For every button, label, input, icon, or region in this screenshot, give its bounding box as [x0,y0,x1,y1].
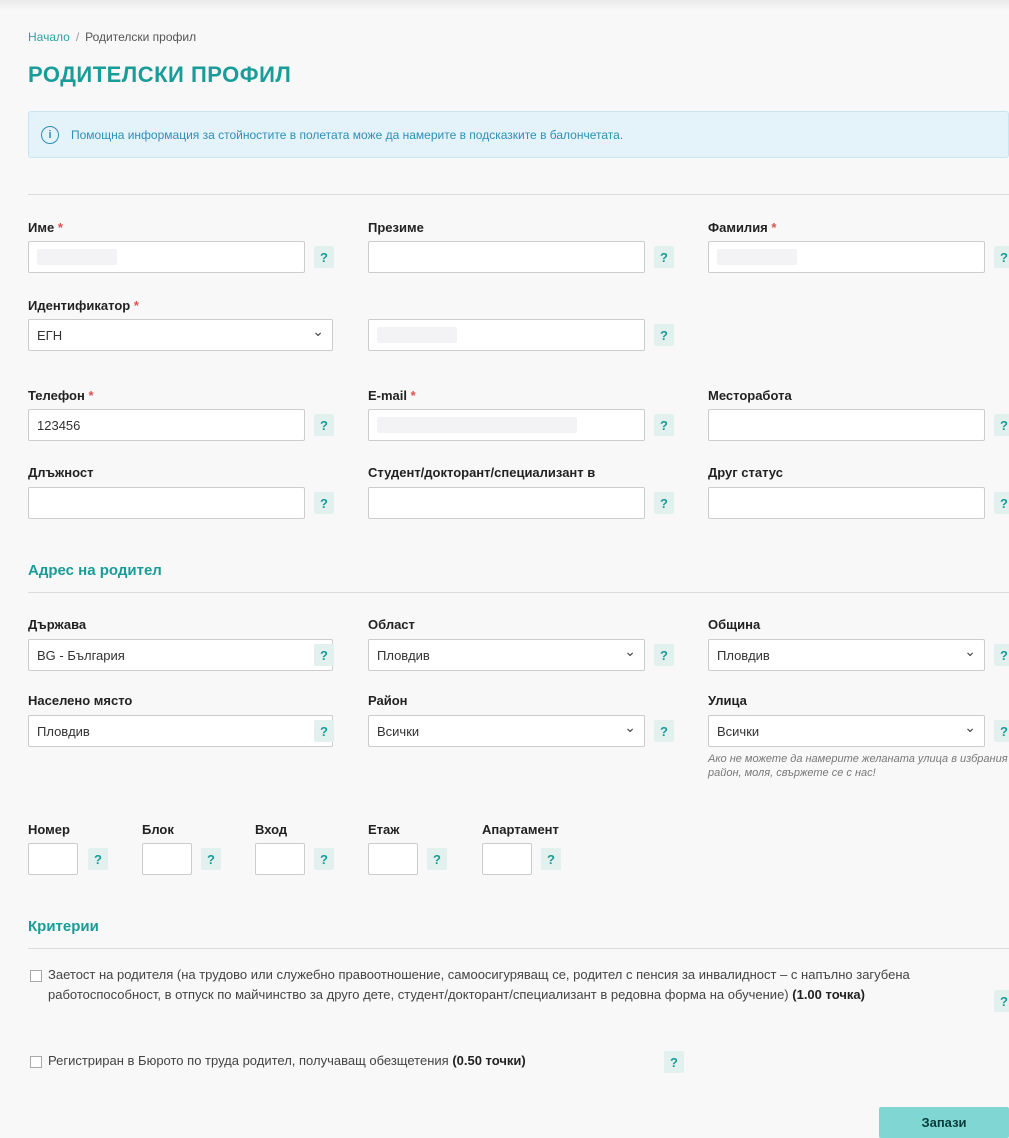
divider [28,948,1009,949]
municipality-label: Община [708,617,761,632]
block-label: Блок [142,822,174,837]
number-label: Номер [28,822,70,837]
floor-help-icon[interactable]: ? [427,848,447,870]
criteria-unemployed-help-icon[interactable]: ? [664,1051,684,1073]
identifier-help-icon[interactable]: ? [654,324,674,346]
breadcrumb-home-link[interactable]: Начало [28,30,70,44]
student-input[interactable] [368,487,645,519]
last-name-input[interactable] [708,241,985,273]
street-select[interactable]: Всички [708,715,985,747]
region-help-icon[interactable]: ? [654,644,674,666]
identifier-label: Идентификатор * [28,298,139,313]
country-select[interactable]: BG - България [28,639,333,671]
criteria-section-title: Критерии [28,918,99,935]
other-status-help-icon[interactable]: ? [994,492,1009,514]
entrance-input[interactable] [255,843,305,875]
position-help-icon[interactable]: ? [314,492,334,514]
page-title: РОДИТЕЛСКИ ПРОФИЛ [28,62,292,87]
region-select[interactable]: Пловдив [368,639,645,671]
criteria-employment-help-icon[interactable]: ? [994,990,1009,1012]
floor-label: Етаж [368,822,400,837]
phone-label: Телефон * [28,388,94,403]
apartment-help-icon[interactable]: ? [541,848,561,870]
apartment-input[interactable] [482,843,532,875]
country-help-icon[interactable]: ? [314,644,334,666]
email-help-icon[interactable]: ? [654,414,674,436]
student-label: Студент/докторант/специализант в [368,465,596,480]
email-input[interactable] [368,409,645,441]
middle-name-help-icon[interactable]: ? [654,246,674,268]
identifier-type-select[interactable]: ЕГН [28,319,333,351]
criteria-employment-label: Заетост на родителя (на трудово или служ… [48,967,910,1002]
top-shadow [0,0,1009,10]
divider [28,194,1009,195]
workplace-label: Месторабота [708,388,792,403]
street-label: Улица [708,693,747,708]
number-help-icon[interactable]: ? [88,848,108,870]
first-name-input[interactable] [28,241,305,273]
block-help-icon[interactable]: ? [201,848,221,870]
breadcrumb-separator: / [75,30,80,44]
identifier-input[interactable] [368,319,645,351]
criteria-employment-checkbox[interactable] [30,970,42,982]
address-section-title: Адрес на родител [28,562,162,579]
municipality-help-icon[interactable]: ? [994,644,1009,666]
breadcrumb-current: Родителски профил [85,30,197,44]
entrance-label: Вход [255,822,288,837]
position-label: Длъжност [28,465,94,480]
breadcrumb: Начало / Родителски профил [28,30,196,44]
position-input[interactable] [28,487,305,519]
last-name-label: Фамилия * [708,220,777,235]
save-button[interactable]: Запази [879,1107,1009,1138]
workplace-help-icon[interactable]: ? [994,414,1009,436]
first-name-label: Име * [28,220,63,235]
district-select[interactable]: Всички [368,715,645,747]
municipality-select[interactable]: Пловдив [708,639,985,671]
other-status-input[interactable] [708,487,985,519]
student-help-icon[interactable]: ? [654,492,674,514]
block-input[interactable] [142,843,192,875]
workplace-input[interactable] [708,409,985,441]
country-label: Държава [28,617,87,632]
email-label: E-mail * [368,388,416,403]
divider [28,592,1009,593]
criteria-unemployed-label: Регистриран в Бюрото по труда родител, п… [48,1053,526,1068]
number-input[interactable] [28,843,78,875]
street-help-icon[interactable]: ? [994,720,1009,742]
region-label: Област [368,617,415,632]
criteria-unemployed-checkbox[interactable] [30,1056,42,1068]
middle-name-input[interactable] [368,241,645,273]
info-icon: i [41,125,59,144]
first-name-help-icon[interactable]: ? [314,246,334,268]
last-name-help-icon[interactable]: ? [994,246,1009,268]
phone-input[interactable]: 123456 [28,409,305,441]
district-label: Район [368,693,408,708]
other-status-label: Друг статус [708,465,783,480]
entrance-help-icon[interactable]: ? [314,848,334,870]
floor-input[interactable] [368,843,418,875]
street-hint: Ако не можете да намерите желаната улица… [708,753,1008,779]
settlement-select[interactable]: Пловдив [28,715,333,747]
phone-help-icon[interactable]: ? [314,414,334,436]
info-text: Помощна информация за стойностите в поле… [71,127,624,142]
settlement-label: Населено място [28,693,133,708]
apartment-label: Апартамент [482,822,559,837]
info-alert: i Помощна информация за стойностите в по… [28,111,1009,158]
settlement-help-icon[interactable]: ? [314,720,334,742]
middle-name-label: Презиме [368,220,424,235]
district-help-icon[interactable]: ? [654,720,674,742]
